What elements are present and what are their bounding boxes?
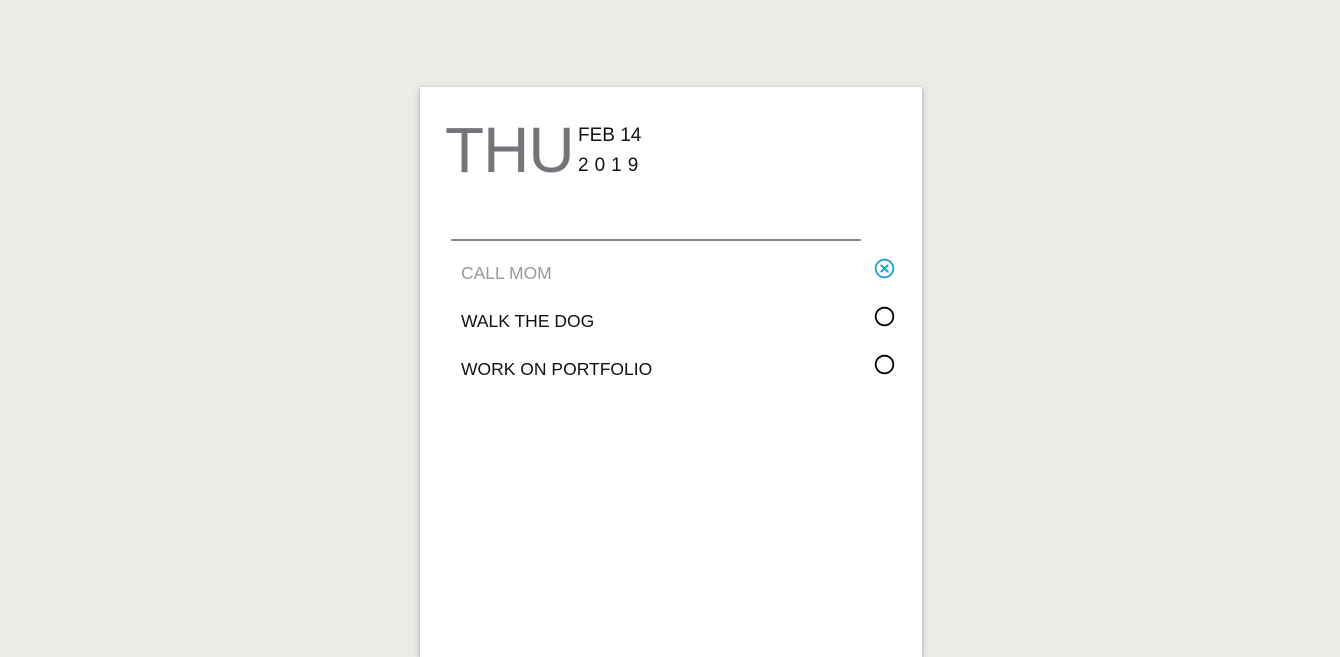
todo-item[interactable]: WORK ON PORTFOLIO <box>420 344 922 392</box>
todo-label: WORK ON PORTFOLIO <box>461 359 653 379</box>
circle-icon[interactable] <box>874 306 895 327</box>
todo-label: CALL MOM <box>461 263 552 283</box>
todo-list: CALL MOM WALK THE DOG WORK ON PORTFOLIO <box>420 248 922 392</box>
month-day: FEB 14 <box>578 125 642 146</box>
todo-item[interactable]: CALL MOM <box>420 248 922 296</box>
todo-card: THU FEB 14 2019 CALL MOM WALK THE DOG WO… <box>420 87 922 657</box>
circle-x-icon[interactable] <box>874 258 895 279</box>
circle-icon[interactable] <box>874 354 895 375</box>
day-of-week: THU <box>445 114 575 186</box>
year: 2019 <box>578 155 645 176</box>
todo-item[interactable]: WALK THE DOG <box>420 296 922 344</box>
todo-label: WALK THE DOG <box>461 311 595 331</box>
new-todo-input[interactable] <box>451 207 861 241</box>
